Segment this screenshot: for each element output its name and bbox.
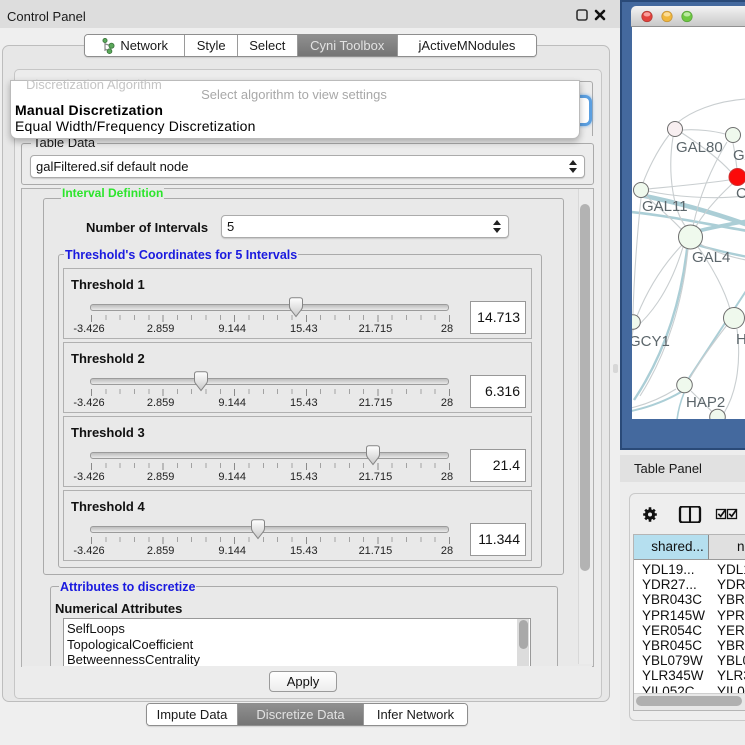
svg-text:C: C [736, 185, 745, 202]
svg-text:GAL4: GAL4 [692, 249, 730, 266]
svg-text:HAP2: HAP2 [686, 394, 725, 411]
svg-text:GA: GA [733, 147, 745, 164]
svg-text:GAL11: GAL11 [642, 198, 688, 215]
svg-text:GAL80: GAL80 [676, 139, 723, 156]
svg-text:H: H [736, 331, 745, 348]
svg-text:GCY1: GCY1 [632, 333, 670, 350]
